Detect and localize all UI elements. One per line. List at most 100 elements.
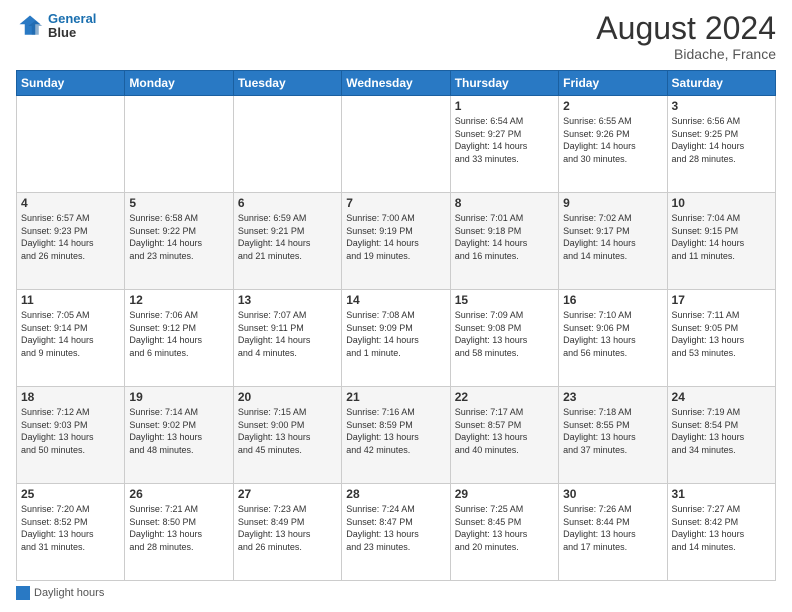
day-number: 24: [672, 390, 771, 404]
calendar-cell: 7 Sunrise: 7:00 AMSunset: 9:19 PMDaylight…: [342, 193, 450, 290]
day-number: 13: [238, 293, 337, 307]
calendar-cell: 19 Sunrise: 7:14 AMSunset: 9:02 PMDayligh…: [125, 387, 233, 484]
calendar-cell: 12 Sunrise: 7:06 AMSunset: 9:12 PMDayligh…: [125, 290, 233, 387]
day-number: 20: [238, 390, 337, 404]
calendar-cell: 16 Sunrise: 7:10 AMSunset: 9:06 PMDayligh…: [559, 290, 667, 387]
calendar-cell: 22 Sunrise: 7:17 AMSunset: 8:57 PMDayligh…: [450, 387, 558, 484]
calendar-cell: [17, 96, 125, 193]
day-info: Sunrise: 6:59 AMSunset: 9:21 PMDaylight:…: [238, 212, 337, 262]
logo: General Blue: [16, 12, 96, 41]
day-number: 27: [238, 487, 337, 501]
day-number: 23: [563, 390, 662, 404]
day-number: 22: [455, 390, 554, 404]
header: General Blue August 2024 Bidache, France: [16, 12, 776, 62]
day-info: Sunrise: 7:06 AMSunset: 9:12 PMDaylight:…: [129, 309, 228, 359]
day-number: 5: [129, 196, 228, 210]
legend-label: Daylight hours: [34, 587, 104, 599]
calendar-week-3: 11 Sunrise: 7:05 AMSunset: 9:14 PMDayligh…: [17, 290, 776, 387]
page: General Blue August 2024 Bidache, France…: [0, 0, 792, 612]
day-number: 7: [346, 196, 445, 210]
calendar-cell: 21 Sunrise: 7:16 AMSunset: 8:59 PMDayligh…: [342, 387, 450, 484]
day-number: 19: [129, 390, 228, 404]
title-block: August 2024 Bidache, France: [596, 12, 776, 62]
calendar-cell: 25Sunrise: 7:20 AMSunset: 8:52 PMDayligh…: [17, 484, 125, 581]
day-info: Sunrise: 7:04 AMSunset: 9:15 PMDaylight:…: [672, 212, 771, 262]
calendar-cell: 23 Sunrise: 7:18 AMSunset: 8:55 PMDayligh…: [559, 387, 667, 484]
calendar-cell: 9Sunrise: 7:02 AMSunset: 9:17 PMDaylight…: [559, 193, 667, 290]
day-header-saturday: Saturday: [667, 71, 775, 96]
day-number: 21: [346, 390, 445, 404]
calendar-cell: [342, 96, 450, 193]
calendar-cell: 1Sunrise: 6:54 AMSunset: 9:27 PMDaylight…: [450, 96, 558, 193]
calendar-cell: 24Sunrise: 7:19 AMSunset: 8:54 PMDayligh…: [667, 387, 775, 484]
calendar-cell: 14 Sunrise: 7:08 AMSunset: 9:09 PMDayligh…: [342, 290, 450, 387]
location: Bidache, France: [596, 46, 776, 62]
day-info: Sunrise: 6:57 AMSunset: 9:23 PMDaylight:…: [21, 212, 120, 262]
day-number: 12: [129, 293, 228, 307]
day-info: Sunrise: 7:23 AMSunset: 8:49 PMDaylight:…: [238, 503, 337, 553]
day-number: 31: [672, 487, 771, 501]
day-info: Sunrise: 7:08 AMSunset: 9:09 PMDaylight:…: [346, 309, 445, 359]
day-number: 14: [346, 293, 445, 307]
day-number: 4: [21, 196, 120, 210]
calendar-week-4: 18 Sunrise: 7:12 AMSunset: 9:03 PMDayligh…: [17, 387, 776, 484]
legend: Daylight hours: [16, 586, 776, 600]
calendar-cell: [233, 96, 341, 193]
day-info: Sunrise: 7:00 AMSunset: 9:19 PMDaylight:…: [346, 212, 445, 262]
calendar-cell: 18 Sunrise: 7:12 AMSunset: 9:03 PMDayligh…: [17, 387, 125, 484]
day-info: Sunrise: 7:02 AMSunset: 9:17 PMDaylight:…: [563, 212, 662, 262]
calendar-cell: 4 Sunrise: 6:57 AMSunset: 9:23 PMDaylight…: [17, 193, 125, 290]
day-info: Sunrise: 7:07 AMSunset: 9:11 PMDaylight:…: [238, 309, 337, 359]
day-info: Sunrise: 7:05 AMSunset: 9:14 PMDaylight:…: [21, 309, 120, 359]
calendar-cell: 20 Sunrise: 7:15 AMSunset: 9:00 PMDayligh…: [233, 387, 341, 484]
day-info: Sunrise: 7:12 AMSunset: 9:03 PMDaylight:…: [21, 406, 120, 456]
day-info: Sunrise: 7:17 AMSunset: 8:57 PMDaylight:…: [455, 406, 554, 456]
day-number: 29: [455, 487, 554, 501]
day-number: 18: [21, 390, 120, 404]
day-info: Sunrise: 7:01 AMSunset: 9:18 PMDaylight:…: [455, 212, 554, 262]
day-number: 10: [672, 196, 771, 210]
calendar-week-5: 25Sunrise: 7:20 AMSunset: 8:52 PMDayligh…: [17, 484, 776, 581]
calendar-cell: 2 Sunrise: 6:55 AMSunset: 9:26 PMDaylight…: [559, 96, 667, 193]
day-info: Sunrise: 6:56 AMSunset: 9:25 PMDaylight:…: [672, 115, 771, 165]
legend-box: [16, 586, 30, 600]
calendar-week-2: 4 Sunrise: 6:57 AMSunset: 9:23 PMDaylight…: [17, 193, 776, 290]
day-info: Sunrise: 7:16 AMSunset: 8:59 PMDaylight:…: [346, 406, 445, 456]
calendar-cell: 10 Sunrise: 7:04 AMSunset: 9:15 PMDayligh…: [667, 193, 775, 290]
day-number: 26: [129, 487, 228, 501]
day-header-monday: Monday: [125, 71, 233, 96]
day-header-sunday: Sunday: [17, 71, 125, 96]
month-title: August 2024: [596, 12, 776, 44]
day-info: Sunrise: 7:10 AMSunset: 9:06 PMDaylight:…: [563, 309, 662, 359]
calendar-cell: 27 Sunrise: 7:23 AMSunset: 8:49 PMDayligh…: [233, 484, 341, 581]
calendar-cell: 6 Sunrise: 6:59 AMSunset: 9:21 PMDaylight…: [233, 193, 341, 290]
day-header-friday: Friday: [559, 71, 667, 96]
day-header-tuesday: Tuesday: [233, 71, 341, 96]
day-number: 11: [21, 293, 120, 307]
calendar-cell: 13 Sunrise: 7:07 AMSunset: 9:11 PMDayligh…: [233, 290, 341, 387]
calendar-cell: 28Sunrise: 7:24 AMSunset: 8:47 PMDayligh…: [342, 484, 450, 581]
day-info: Sunrise: 7:18 AMSunset: 8:55 PMDaylight:…: [563, 406, 662, 456]
day-info: Sunrise: 7:11 AMSunset: 9:05 PMDaylight:…: [672, 309, 771, 359]
day-info: Sunrise: 6:55 AMSunset: 9:26 PMDaylight:…: [563, 115, 662, 165]
day-number: 16: [563, 293, 662, 307]
day-number: 28: [346, 487, 445, 501]
calendar-cell: 3Sunrise: 6:56 AMSunset: 9:25 PMDaylight…: [667, 96, 775, 193]
day-number: 30: [563, 487, 662, 501]
logo-icon: [16, 12, 44, 40]
calendar-cell: 31 Sunrise: 7:27 AMSunset: 8:42 PMDayligh…: [667, 484, 775, 581]
day-info: Sunrise: 7:27 AMSunset: 8:42 PMDaylight:…: [672, 503, 771, 553]
day-number: 2: [563, 99, 662, 113]
day-info: Sunrise: 7:14 AMSunset: 9:02 PMDaylight:…: [129, 406, 228, 456]
day-header-wednesday: Wednesday: [342, 71, 450, 96]
day-number: 6: [238, 196, 337, 210]
day-info: Sunrise: 7:26 AMSunset: 8:44 PMDaylight:…: [563, 503, 662, 553]
calendar-cell: 26Sunrise: 7:21 AMSunset: 8:50 PMDayligh…: [125, 484, 233, 581]
calendar-header-row: SundayMondayTuesdayWednesdayThursdayFrid…: [17, 71, 776, 96]
calendar-cell: 15Sunrise: 7:09 AMSunset: 9:08 PMDayligh…: [450, 290, 558, 387]
day-info: Sunrise: 7:25 AMSunset: 8:45 PMDaylight:…: [455, 503, 554, 553]
day-info: Sunrise: 7:15 AMSunset: 9:00 PMDaylight:…: [238, 406, 337, 456]
day-info: Sunrise: 7:20 AMSunset: 8:52 PMDaylight:…: [21, 503, 120, 553]
day-header-thursday: Thursday: [450, 71, 558, 96]
day-number: 15: [455, 293, 554, 307]
